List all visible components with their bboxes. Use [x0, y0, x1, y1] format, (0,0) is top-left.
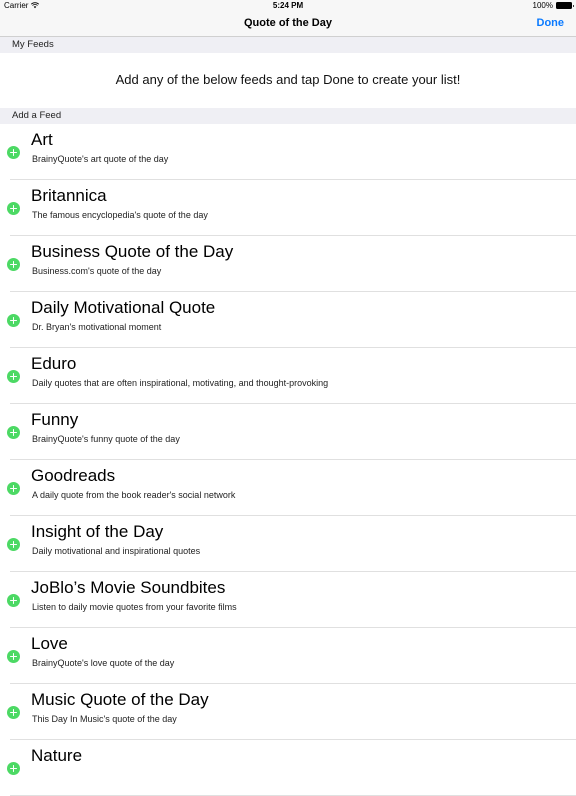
battery-percent: 100%	[532, 1, 553, 10]
add-feed-header: Add a Feed	[0, 108, 576, 124]
navigation-bar: Quote of the Day Done	[0, 11, 576, 37]
add-icon[interactable]	[7, 146, 20, 159]
status-time: 5:24 PM	[272, 1, 304, 10]
feed-title: Funny	[31, 410, 79, 429]
feed-item-funny[interactable]: Funny BrainyQuote's funny quote of the d…	[0, 404, 576, 460]
feed-subtitle: Daily motivational and inspirational quo…	[32, 546, 201, 556]
add-icon[interactable]	[7, 258, 20, 271]
add-icon[interactable]	[7, 594, 20, 607]
feed-subtitle: The famous encyclopedia's quote of the d…	[32, 210, 208, 220]
feed-title: Love	[31, 634, 68, 653]
feed-title: Insight of the Day	[31, 522, 164, 541]
feed-subtitle: Business.com's quote of the day	[32, 266, 162, 276]
add-icon[interactable]	[7, 314, 20, 327]
status-bar: Carrier 5:24 PM 100%	[0, 0, 576, 11]
feed-item-nature[interactable]: Nature	[0, 740, 576, 796]
battery-icon	[556, 2, 574, 9]
feed-item-daily-motivational[interactable]: Daily Motivational Quote Dr. Bryan's mot…	[0, 292, 576, 348]
add-icon[interactable]	[7, 706, 20, 719]
feed-title: Britannica	[31, 186, 107, 205]
feed-title: Business Quote of the Day	[31, 242, 234, 261]
status-right: 100%	[532, 0, 574, 11]
feed-title: JoBlo’s Movie Soundbites	[31, 578, 226, 597]
feed-title: Goodreads	[31, 466, 116, 485]
feed-item-insight[interactable]: Insight of the Day Daily motivational an…	[0, 516, 576, 572]
feed-title: Music Quote of the Day	[31, 690, 209, 709]
feed-title: Art	[31, 130, 53, 149]
feed-item-art[interactable]: Art BrainyQuote's art quote of the day	[0, 124, 576, 180]
add-icon[interactable]	[7, 762, 20, 775]
my-feeds-header: My Feeds	[0, 37, 576, 53]
page-title: Quote of the Day	[243, 17, 332, 29]
feed-subtitle: BrainyQuote's funny quote of the day	[32, 434, 180, 444]
feed-item-goodreads[interactable]: Goodreads A daily quote from the book re…	[0, 460, 576, 516]
empty-feeds-message: Add any of the below feeds and tap Done …	[115, 72, 461, 87]
add-icon[interactable]	[7, 538, 20, 551]
add-icon[interactable]	[7, 426, 20, 439]
feed-subtitle: Dr. Bryan's motivational moment	[32, 322, 162, 332]
feed-title: Daily Motivational Quote	[31, 298, 216, 317]
feed-subtitle: BrainyQuote's art quote of the day	[32, 154, 169, 164]
feed-title: Eduro	[31, 354, 77, 373]
feed-item-love[interactable]: Love BrainyQuote's love quote of the day	[0, 628, 576, 684]
feed-title: Nature	[31, 746, 83, 765]
done-button[interactable]: Done	[537, 11, 565, 36]
feed-list: Art BrainyQuote's art quote of the day B…	[0, 124, 576, 796]
feed-item-music-quote[interactable]: Music Quote of the Day This Day In Music…	[0, 684, 576, 740]
add-icon[interactable]	[7, 482, 20, 495]
add-icon[interactable]	[7, 650, 20, 663]
feed-item-britannica[interactable]: Britannica The famous encyclopedia's quo…	[0, 180, 576, 236]
feed-item-business-quote[interactable]: Business Quote of the Day Business.com's…	[0, 236, 576, 292]
feed-subtitle: A daily quote from the book reader's soc…	[32, 490, 236, 500]
feed-item-eduro[interactable]: Eduro Daily quotes that are often inspir…	[0, 348, 576, 404]
feed-item-joblo[interactable]: JoBlo’s Movie Soundbites Listen to daily…	[0, 572, 576, 628]
add-icon[interactable]	[7, 202, 20, 215]
feed-subtitle: BrainyQuote's love quote of the day	[32, 658, 175, 668]
feed-subtitle: Listen to daily movie quotes from your f…	[32, 602, 237, 612]
add-icon[interactable]	[7, 370, 20, 383]
feed-subtitle: This Day In Music's quote of the day	[32, 714, 177, 724]
feed-subtitle: Daily quotes that are often inspirationa…	[32, 378, 329, 388]
